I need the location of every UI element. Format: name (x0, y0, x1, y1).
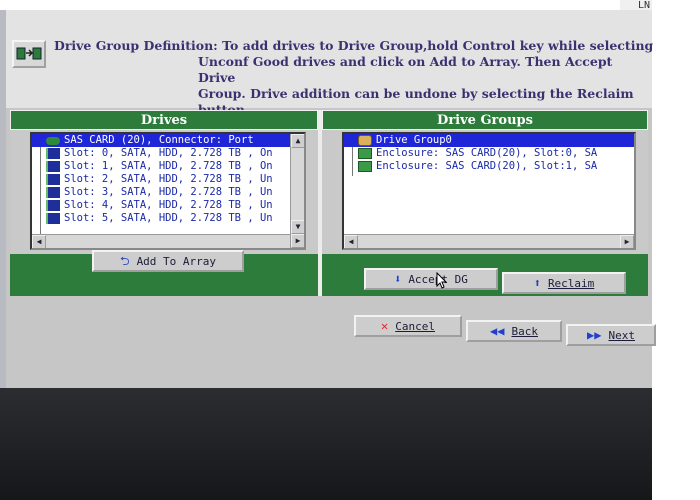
next-label: Next (608, 328, 635, 342)
drive-group-icon (358, 135, 372, 146)
list-item-label: Slot: 3, SATA, HDD, 2.728 TB , Un (64, 186, 273, 198)
drive-list-item[interactable]: Slot: 0, SATA, HDD, 2.728 TB , On (32, 147, 304, 160)
drive-groups-panel-title: Drive Groups (322, 110, 648, 130)
drives-vertical-scrollbar[interactable]: ▲ ▼ ▶ (290, 134, 304, 248)
monitor-bezel-bottom (0, 388, 652, 500)
drive-group-icon (12, 40, 46, 68)
list-item-label: Slot: 0, SATA, HDD, 2.728 TB , On (64, 147, 273, 159)
list-item-label: Drive Group0 (376, 134, 452, 146)
drive-list-item[interactable]: Slot: 5, SATA, HDD, 2.728 TB , Un (32, 212, 304, 225)
scroll-down-arrow-icon[interactable]: ▼ (291, 220, 304, 234)
photo-top-strip (0, 0, 700, 10)
scroll-right-arrow-icon[interactable]: ▶ (620, 235, 634, 248)
next-button[interactable]: ▶▶ Next (566, 324, 656, 346)
drive-list-item[interactable]: Slot: 3, SATA, HDD, 2.728 TB , Un (32, 186, 304, 199)
back-button[interactable]: ◀◀ Back (466, 320, 562, 342)
list-item-label: Slot: 2, SATA, HDD, 2.728 TB , Un (64, 173, 273, 185)
cancel-button[interactable]: ✕ Cancel (354, 315, 462, 337)
enclosure-drive-icon (358, 148, 372, 159)
reclaim-label: Reclaim (547, 276, 595, 290)
cancel-label: Cancel (395, 319, 435, 333)
drive-groups-list[interactable]: Drive Group0 Enclosure: SAS CARD(20), Sl… (342, 132, 636, 250)
hard-drive-icon (46, 213, 60, 224)
raid-config-screen: Drive Group Definition: To add drives to… (6, 10, 656, 388)
hard-drive-icon (46, 148, 60, 159)
accept-dg-button[interactable]: ⬇ Accept DG (364, 268, 498, 290)
back-arrow-icon: ◀◀ (490, 324, 505, 338)
controller-icon (46, 137, 60, 145)
drives-list[interactable]: SAS CARD (20), Connector: Port Slot: 0, … (30, 132, 306, 250)
hard-drive-icon (46, 161, 60, 172)
help-text: Drive Group Definition: To add drives to… (54, 38, 654, 118)
help-line-1: Drive Group Definition: To add drives to… (54, 38, 654, 53)
list-item-label: Slot: 5, SATA, HDD, 2.728 TB , Un (64, 212, 273, 224)
drive-group-list-item[interactable]: Drive Group0 (344, 134, 634, 147)
down-arrow-icon: ⬇ (394, 272, 402, 286)
drive-groups-horizontal-scrollbar[interactable]: ◀ ▶ (344, 234, 634, 248)
drive-list-item-card[interactable]: SAS CARD (20), Connector: Port (32, 134, 304, 147)
list-item-label: SAS CARD (20), Connector: Port (64, 134, 254, 146)
mouse-pointer-icon (436, 272, 448, 289)
drive-list-item[interactable]: Slot: 1, SATA, HDD, 2.728 TB , On (32, 160, 304, 173)
help-area: Drive Group Definition: To add drives to… (6, 10, 653, 117)
drives-panel-title: Drives (10, 110, 318, 130)
scroll-up-arrow-icon[interactable]: ▲ (291, 134, 304, 148)
next-arrow-icon: ▶▶ (587, 328, 602, 342)
list-item-label: Slot: 1, SATA, HDD, 2.728 TB , On (64, 160, 273, 172)
hard-drive-icon (46, 174, 60, 185)
list-item-label: Enclosure: SAS CARD(20), Slot:1, SA (376, 160, 598, 172)
list-item-label: Enclosure: SAS CARD(20), Slot:0, SA (376, 147, 598, 159)
up-arrow-icon: ⬆ (533, 276, 541, 290)
help-line-3: Group. Drive addition can be undone by s… (198, 86, 634, 101)
scroll-left-arrow-icon[interactable]: ◀ (344, 235, 358, 248)
scroll-right-arrow-icon[interactable]: ▶ (291, 234, 304, 248)
scroll-left-arrow-icon[interactable]: ◀ (32, 235, 46, 248)
hard-drive-icon (46, 187, 60, 198)
reclaim-button[interactable]: ⬆ Reclaim (502, 272, 626, 294)
back-label: Back (511, 324, 538, 338)
help-line-2: Unconf Good drives and click on Add to A… (198, 54, 613, 85)
enclosure-drive-icon (358, 161, 372, 172)
drive-list-item[interactable]: Slot: 2, SATA, HDD, 2.728 TB , Un (32, 173, 304, 186)
add-to-array-button[interactable]: ⮌ Add To Array (92, 250, 244, 272)
cancel-x-icon: ✕ (381, 319, 389, 333)
drives-horizontal-scrollbar[interactable]: ◀ (32, 234, 290, 248)
add-to-array-label: Add To Array (136, 254, 217, 268)
list-item-label: Slot: 4, SATA, HDD, 2.728 TB , Un (64, 199, 273, 211)
monitor-bezel-right (652, 0, 700, 500)
drive-list-item[interactable]: Slot: 4, SATA, HDD, 2.728 TB , Un (32, 199, 304, 212)
drive-group-member-item[interactable]: Enclosure: SAS CARD(20), Slot:1, SA (344, 160, 634, 173)
hard-drive-icon (46, 200, 60, 211)
add-array-icon: ⮌ (119, 254, 130, 268)
drive-group-member-item[interactable]: Enclosure: SAS CARD(20), Slot:0, SA (344, 147, 634, 160)
